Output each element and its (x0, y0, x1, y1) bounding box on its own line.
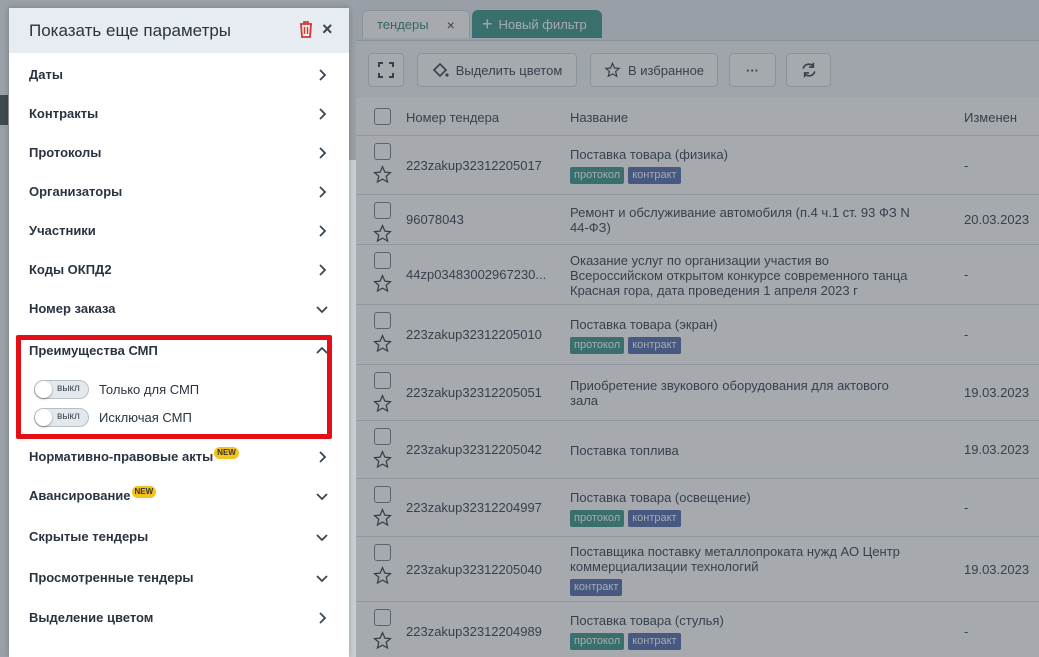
chevron-down-icon (316, 493, 328, 501)
filter-participants-label: Участники (29, 223, 96, 238)
more-params-panel: Показать еще параметры × Даты Контракты … (9, 8, 349, 657)
new-badge: NEW (131, 486, 157, 498)
filter-advance[interactable]: Авансирование NEW (29, 486, 329, 506)
filter-okpd2[interactable]: Коды ОКПД2 (29, 260, 329, 280)
filter-legal-acts[interactable]: Нормативно-правовые акты NEW (29, 447, 329, 467)
chevron-right-icon (319, 108, 327, 120)
filter-order-number-label: Номер заказа (29, 301, 116, 316)
filter-okpd2-label: Коды ОКПД2 (29, 262, 112, 277)
filter-dates[interactable]: Даты (29, 65, 329, 85)
chevron-right-icon (319, 69, 327, 81)
filter-protocols[interactable]: Протоколы (29, 143, 329, 163)
chevron-right-icon (319, 612, 327, 624)
filter-viewed-label: Просмотренные тендеры (29, 570, 194, 585)
chevron-down-icon (316, 575, 328, 583)
filter-order-number[interactable]: Номер заказа (29, 299, 329, 319)
chevron-right-icon (319, 451, 327, 463)
chevron-right-icon (319, 225, 327, 237)
close-icon[interactable]: × (322, 19, 333, 40)
filter-legal-acts-label: Нормативно-правовые акты (29, 449, 214, 464)
filter-contracts[interactable]: Контракты (29, 104, 329, 124)
highlight-frame (16, 335, 332, 439)
chevron-down-icon (316, 534, 328, 542)
filter-organizers-label: Организаторы (29, 184, 123, 199)
filter-hidden-label: Скрытые тендеры (29, 529, 149, 544)
filter-protocols-label: Протоколы (29, 145, 102, 160)
chevron-right-icon (319, 147, 327, 159)
filter-organizers[interactable]: Организаторы (29, 182, 329, 202)
panel-title: Показать еще параметры (29, 20, 232, 40)
filter-participants[interactable]: Участники (29, 221, 329, 241)
filter-advance-label: Авансирование (29, 488, 131, 503)
filter-color-label: Выделение цветом (29, 610, 154, 625)
filter-contracts-label: Контракты (29, 106, 99, 121)
scrollbar[interactable] (349, 160, 356, 657)
chevron-down-icon (316, 306, 328, 314)
filter-dates-label: Даты (29, 67, 63, 82)
filter-viewed[interactable]: Просмотренные тендеры (29, 568, 329, 588)
chevron-right-icon (319, 264, 327, 276)
filter-color[interactable]: Выделение цветом (29, 608, 329, 628)
trash-icon[interactable] (298, 20, 314, 38)
new-badge: NEW (214, 447, 239, 459)
filter-hidden[interactable]: Скрытые тендеры (29, 527, 329, 547)
panel-header: Показать еще параметры × (9, 8, 349, 53)
chevron-right-icon (319, 186, 327, 198)
